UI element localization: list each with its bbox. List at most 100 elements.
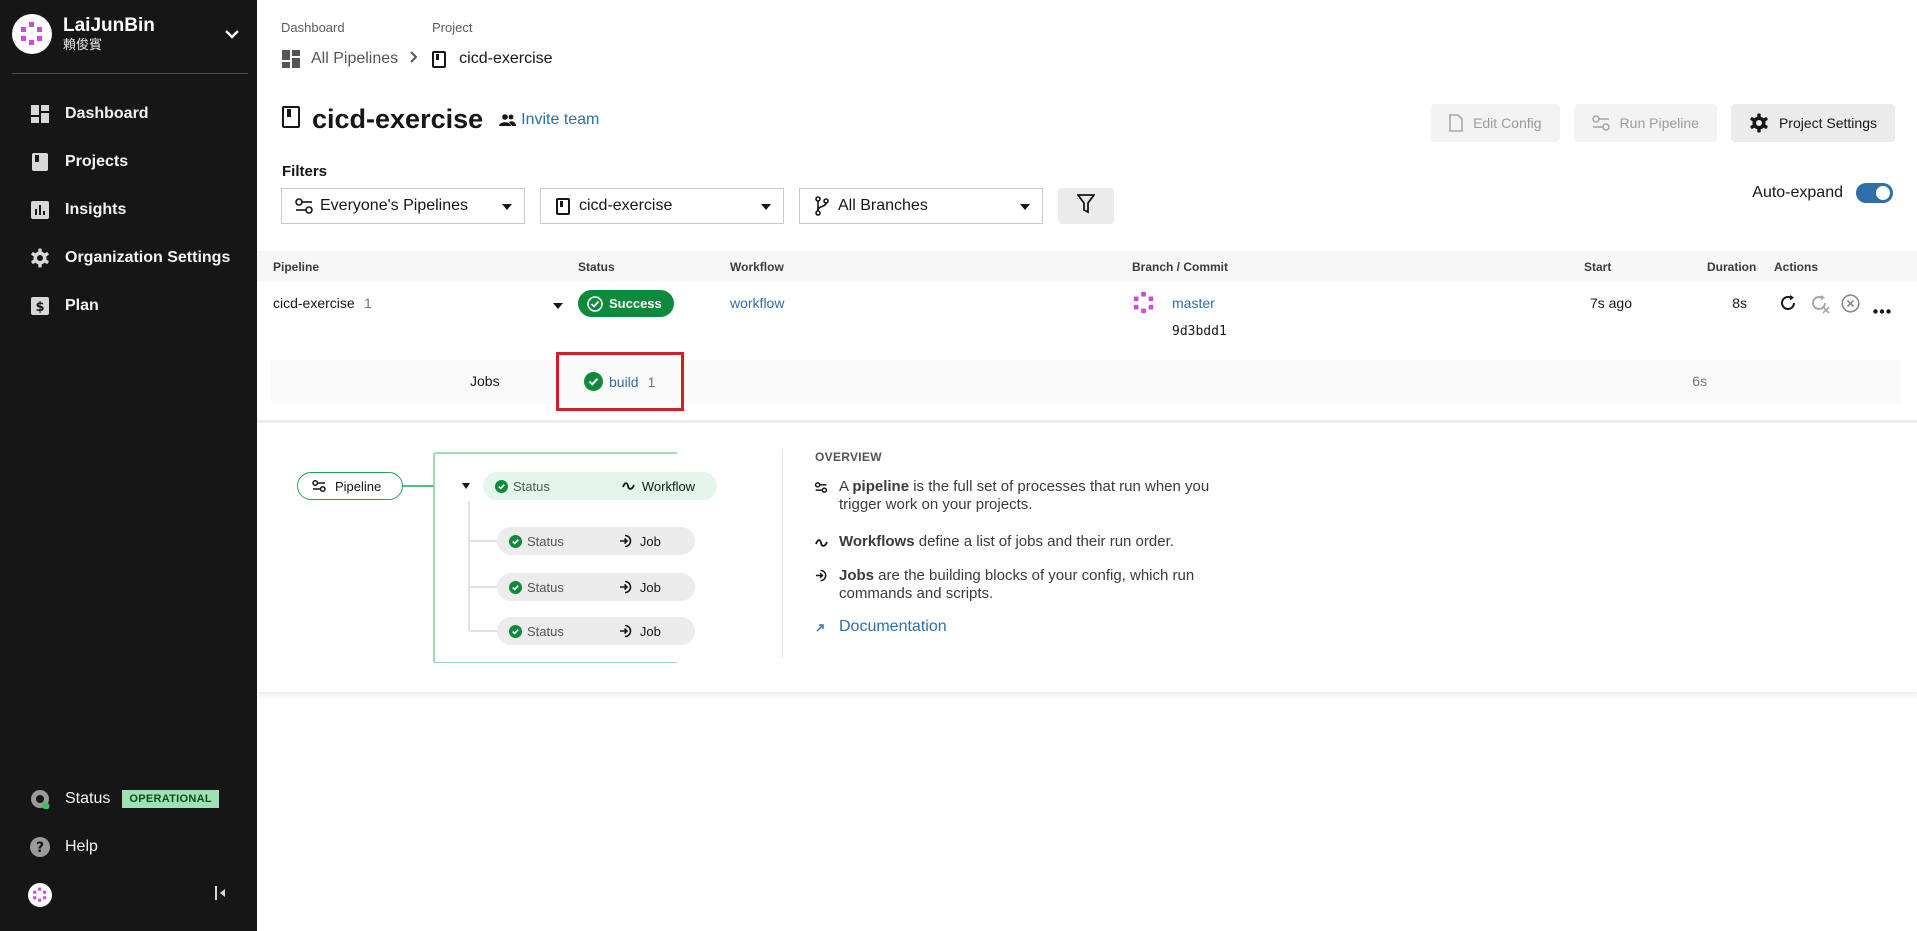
breadcrumb-project[interactable]: cicd-exercise bbox=[459, 50, 552, 68]
user-avatar[interactable] bbox=[28, 883, 52, 907]
overview-item-jobs: Jobs are the building blocks of your con… bbox=[815, 567, 1239, 603]
job-icon bbox=[619, 624, 633, 638]
gear-icon bbox=[30, 248, 50, 268]
filter-icon bbox=[1076, 193, 1096, 219]
pipelines-filter-dropdown[interactable]: Everyone's Pipelines bbox=[281, 188, 525, 224]
pipeline-icon bbox=[312, 480, 326, 492]
diagram-job-pill: Status Job bbox=[497, 527, 695, 555]
run-pipeline-label: Run Pipeline bbox=[1619, 115, 1699, 131]
sidebar-item-dashboard[interactable]: Dashboard bbox=[0, 90, 257, 138]
branch-filter-value: All Branches bbox=[838, 197, 928, 214]
col-status: Status bbox=[578, 260, 615, 274]
sidebar-item-label: Projects bbox=[65, 153, 129, 170]
col-actions: Actions bbox=[1774, 260, 1819, 274]
overview-term: Workflows bbox=[839, 533, 915, 550]
overview-text: are the building blocks of your config, … bbox=[839, 567, 1195, 602]
project-settings-label: Project Settings bbox=[1778, 115, 1877, 131]
job-icon bbox=[619, 580, 633, 594]
job-number: 1 bbox=[647, 373, 656, 390]
org-switcher[interactable]: LaiJunBin 賴俊賓 bbox=[12, 14, 242, 54]
check-circle-icon bbox=[509, 580, 522, 594]
documentation-link[interactable]: Documentation bbox=[815, 618, 947, 638]
overview-divider bbox=[782, 449, 783, 659]
sidebar-item-organization-settings[interactable]: Organization Settings bbox=[0, 234, 257, 282]
job-build[interactable]: build 1 bbox=[556, 352, 684, 411]
diagram-pipeline-pill: Pipeline bbox=[297, 472, 403, 500]
job-icon bbox=[815, 567, 833, 603]
breadcrumb-dashboard-label: Dashboard bbox=[281, 20, 345, 35]
help-label: Help bbox=[65, 838, 98, 855]
pipeline-number: 1 bbox=[364, 295, 372, 311]
dashboard-icon bbox=[30, 104, 50, 124]
project-icon bbox=[430, 50, 448, 68]
start-time: 7s ago bbox=[1589, 295, 1632, 311]
diagram-pipeline-label: Pipeline bbox=[335, 478, 382, 494]
edit-config-button[interactable]: Edit Config bbox=[1431, 104, 1560, 142]
pipeline-name[interactable]: cicd-exercise bbox=[273, 295, 355, 311]
overview-term: pipeline bbox=[852, 478, 910, 495]
help-icon: ? bbox=[30, 837, 50, 857]
workflow-icon bbox=[815, 533, 833, 553]
check-circle-icon bbox=[584, 372, 603, 391]
run-pipeline-button[interactable]: Run Pipeline bbox=[1573, 104, 1717, 142]
job-name[interactable]: build bbox=[609, 374, 639, 390]
sidebar-item-label: Dashboard bbox=[65, 105, 149, 122]
org-avatar bbox=[12, 14, 52, 54]
status-badge[interactable]: Success bbox=[578, 290, 674, 317]
check-circle-icon bbox=[587, 295, 603, 312]
check-circle-icon bbox=[509, 534, 522, 548]
sidebar-help[interactable]: ? Help bbox=[0, 823, 257, 871]
auto-expand-toggle[interactable] bbox=[1856, 183, 1893, 203]
diagram-status-label: Status bbox=[527, 533, 564, 549]
pipelines-table-header: Pipeline Status Workflow Branch / Commit… bbox=[257, 251, 1917, 281]
breadcrumb-project-label: Project bbox=[432, 20, 473, 35]
col-start: Start bbox=[1584, 260, 1612, 274]
branch-link[interactable]: master bbox=[1172, 295, 1215, 311]
branch-filter-dropdown[interactable]: All Branches bbox=[799, 188, 1043, 224]
auto-expand: Auto-expand bbox=[1752, 183, 1893, 203]
caret-down-icon[interactable] bbox=[553, 296, 563, 312]
rerun-icon[interactable] bbox=[1779, 294, 1797, 315]
project-filter-dropdown[interactable]: cicd-exercise bbox=[540, 188, 784, 224]
diagram-job-pill: Status Job bbox=[497, 573, 695, 601]
status-text: Success bbox=[609, 296, 662, 311]
breadcrumb-all-pipelines[interactable]: All Pipelines bbox=[311, 50, 398, 68]
diagram-job-label: Job bbox=[639, 533, 661, 549]
col-workflow: Workflow bbox=[730, 260, 784, 274]
gear-icon bbox=[1749, 113, 1769, 133]
overview-text: define a list of jobs and their run orde… bbox=[914, 533, 1174, 550]
sidebar-item-projects[interactable]: Projects bbox=[0, 138, 257, 186]
overview-item-workflows: Workflows define a list of jobs and thei… bbox=[815, 533, 1239, 553]
pipeline-icon bbox=[814, 478, 833, 514]
documentation-label: Documentation bbox=[839, 618, 947, 635]
more-filters-button[interactable] bbox=[1058, 188, 1114, 224]
sidebar-status[interactable]: Status OPERATIONAL bbox=[0, 775, 257, 823]
plan-icon: $ bbox=[30, 296, 50, 316]
workflow-link[interactable]: workflow bbox=[730, 295, 784, 311]
invite-team-link[interactable]: Invite team bbox=[499, 111, 599, 129]
cancel-icon[interactable] bbox=[1841, 294, 1860, 316]
dashboard-icon bbox=[282, 50, 300, 68]
sidebar-item-label: Organization Settings bbox=[65, 249, 231, 266]
project-filter-value: cicd-exercise bbox=[579, 197, 673, 214]
sidebar-item-label: Plan bbox=[65, 297, 99, 314]
diagram-status-label: Status bbox=[527, 579, 564, 595]
sidebar-item-plan[interactable]: $ Plan bbox=[0, 282, 257, 330]
rerun-failed-icon[interactable] bbox=[1810, 294, 1830, 317]
chevron-down-icon[interactable] bbox=[222, 24, 242, 44]
sidebar-item-insights[interactable]: Insights bbox=[0, 186, 257, 234]
collapse-sidebar-icon[interactable] bbox=[213, 885, 227, 906]
caret-down-icon bbox=[502, 197, 512, 215]
commit-hash[interactable]: 9d3bdd1 bbox=[1172, 324, 1227, 339]
org-subtitle: 賴俊賓 bbox=[63, 37, 103, 52]
caret-down-icon bbox=[761, 197, 771, 215]
invite-team-label: Invite team bbox=[521, 110, 600, 128]
check-circle-icon bbox=[509, 624, 522, 638]
main-content: Dashboard Project All Pipelines cicd-exe… bbox=[257, 0, 1917, 931]
overview-text: A bbox=[839, 478, 853, 495]
more-actions-icon[interactable] bbox=[1873, 301, 1891, 317]
jobs-row: Jobs 6s bbox=[271, 360, 1901, 404]
job-icon bbox=[619, 534, 633, 548]
project-settings-button[interactable]: Project Settings bbox=[1730, 104, 1895, 142]
project-icon bbox=[282, 106, 300, 133]
